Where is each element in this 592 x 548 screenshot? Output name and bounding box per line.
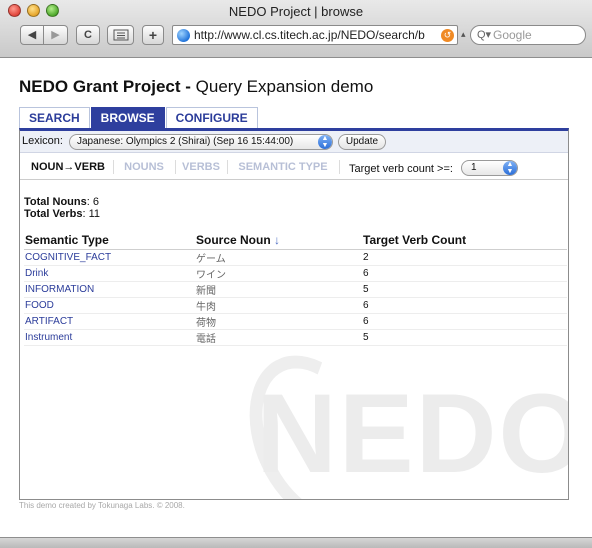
total-verbs-label: Total Verbs: [24, 208, 83, 220]
back-button[interactable]: ◀: [20, 25, 44, 45]
tab-configure[interactable]: CONFIGURE: [165, 107, 258, 128]
target-verb-count-label: Target verb count >=:: [349, 163, 453, 175]
page-title-bold: NEDO Grant Project -: [19, 77, 191, 96]
total-nouns-label: Total Nouns: [24, 196, 87, 208]
semantic-type-link[interactable]: ARTIFACT: [24, 313, 195, 330]
source-noun-cell: 荷物: [195, 313, 362, 330]
page-footer: This demo created by Tokunaga Labs. © 20…: [19, 501, 185, 510]
table-header-row: Semantic Type Source Noun ↓ Target Verb …: [24, 232, 567, 250]
source-noun-cell: 電話: [195, 329, 362, 346]
address-dropdown-icon[interactable]: ▴: [461, 29, 466, 40]
reload-button[interactable]: C: [76, 25, 100, 45]
subtab-verbs[interactable]: VERBS: [176, 158, 226, 176]
source-noun-cell: ワイン: [195, 265, 362, 282]
subtab-nouns[interactable]: NOUNS: [114, 158, 174, 176]
subtab-divider: [339, 160, 340, 174]
plus-icon: +: [148, 27, 158, 43]
semantic-type-link[interactable]: Instrument: [24, 329, 195, 346]
lexicon-selected-value: Japanese: Olympics 2 (Shirai) (Sep 16 15…: [77, 136, 294, 147]
add-bookmark-button[interactable]: +: [142, 25, 164, 45]
target-verb-count-cell: 6: [362, 313, 567, 330]
semantic-type-link[interactable]: INFORMATION: [24, 281, 195, 298]
column-header-target-verb-count[interactable]: Target Verb Count: [362, 232, 567, 250]
window-titlebar: NEDO Project | browse ◀ ▶ C + http://www…: [0, 0, 592, 58]
target-verb-count-cell: 2: [362, 249, 567, 266]
window-statusbar: [0, 537, 592, 548]
search-input[interactable]: Q▾ Google: [470, 25, 586, 45]
source-noun-cell: 新聞: [195, 281, 362, 298]
lexicon-select[interactable]: Japanese: Olympics 2 (Shirai) (Sep 16 15…: [69, 134, 333, 150]
address-url: http://www.cl.cs.titech.ac.jp/NEDO/searc…: [194, 28, 425, 42]
tab-search[interactable]: SEARCH: [19, 107, 90, 128]
bookmarks-icon: [113, 29, 128, 41]
table-row: Drink ワイン 6: [24, 265, 567, 282]
browse-panel: Lexicon: Japanese: Olympics 2 (Shirai) (…: [19, 128, 569, 500]
results-table: Semantic Type Source Noun ↓ Target Verb …: [24, 232, 567, 346]
sort-descending-icon: ↓: [274, 233, 281, 248]
total-nouns: Total Nouns: 6: [24, 196, 100, 208]
table-row: ARTIFACT 荷物 6: [24, 313, 567, 330]
column-header-source-noun[interactable]: Source Noun ↓: [195, 232, 362, 250]
window-title: NEDO Project | browse: [228, 4, 364, 19]
bookmarks-button[interactable]: [107, 25, 134, 45]
subtab-noun-verb[interactable]: NOUN→VERB: [24, 158, 112, 176]
semantic-type-link[interactable]: COGNITIVE_FACT: [24, 249, 195, 266]
semantic-type-link[interactable]: FOOD: [24, 297, 195, 314]
back-arrow-icon: ◀: [27, 29, 37, 41]
table-row: FOOD 牛肉 6: [24, 297, 567, 314]
table-row: INFORMATION 新聞 5: [24, 281, 567, 298]
source-noun-header-label: Source Noun: [196, 233, 271, 248]
nedo-watermark: NEDO: [256, 371, 569, 496]
subtab-semantic-type[interactable]: SEMANTIC TYPE: [228, 158, 338, 176]
target-verb-count-cell: 5: [362, 329, 567, 346]
target-verb-count-value: 1: [471, 162, 477, 173]
semantic-type-link[interactable]: Drink: [24, 265, 195, 282]
source-noun-cell: ゲーム: [195, 249, 362, 266]
main-tabs: SEARCH BROWSE CONFIGURE: [19, 107, 259, 128]
page-content: NEDO Grant Project - Query Expansion dem…: [0, 59, 592, 537]
lexicon-label: Lexicon:: [22, 135, 63, 147]
table-row: COGNITIVE_FACT ゲーム 2: [24, 249, 567, 266]
target-verb-count-cell: 6: [362, 265, 567, 282]
lexicon-toolbar: Lexicon: Japanese: Olympics 2 (Shirai) (…: [20, 131, 568, 153]
snapback-icon[interactable]: ↺: [441, 29, 454, 42]
view-subtabs: NOUN→VERB NOUNS VERBS SEMANTIC TYPE Targ…: [20, 154, 568, 180]
total-nouns-value: : 6: [86, 196, 99, 208]
total-verbs-value: : 11: [82, 208, 101, 220]
globe-icon: [177, 29, 190, 42]
target-verb-count-cell: 5: [362, 281, 567, 298]
search-icon: Q▾: [477, 29, 492, 41]
reload-icon: C: [84, 29, 92, 41]
page-title-rest: Query Expansion demo: [190, 77, 374, 96]
forward-arrow-icon: ▶: [51, 29, 60, 41]
table-row: Instrument 電話 5: [24, 329, 567, 346]
search-placeholder: Google: [493, 28, 532, 42]
totals-summary: Total Nouns: 6 Total Verbs: 11: [24, 196, 100, 220]
update-button[interactable]: Update: [338, 134, 386, 150]
column-header-semantic-type[interactable]: Semantic Type: [24, 232, 195, 250]
tab-browse[interactable]: BROWSE: [90, 107, 165, 128]
select-arrows-icon: ▲ ▼: [318, 135, 332, 149]
address-bar[interactable]: http://www.cl.cs.titech.ac.jp/NEDO/searc…: [172, 25, 458, 45]
select-arrows-icon: ▲ ▼: [503, 161, 517, 175]
target-verb-count-cell: 6: [362, 297, 567, 314]
source-noun-cell: 牛肉: [195, 297, 362, 314]
target-verb-count-select[interactable]: 1 ▲ ▼: [461, 160, 518, 176]
total-verbs: Total Verbs: 11: [24, 208, 100, 220]
forward-button[interactable]: ▶: [44, 25, 68, 45]
page-title: NEDO Grant Project - Query Expansion dem…: [19, 77, 373, 97]
